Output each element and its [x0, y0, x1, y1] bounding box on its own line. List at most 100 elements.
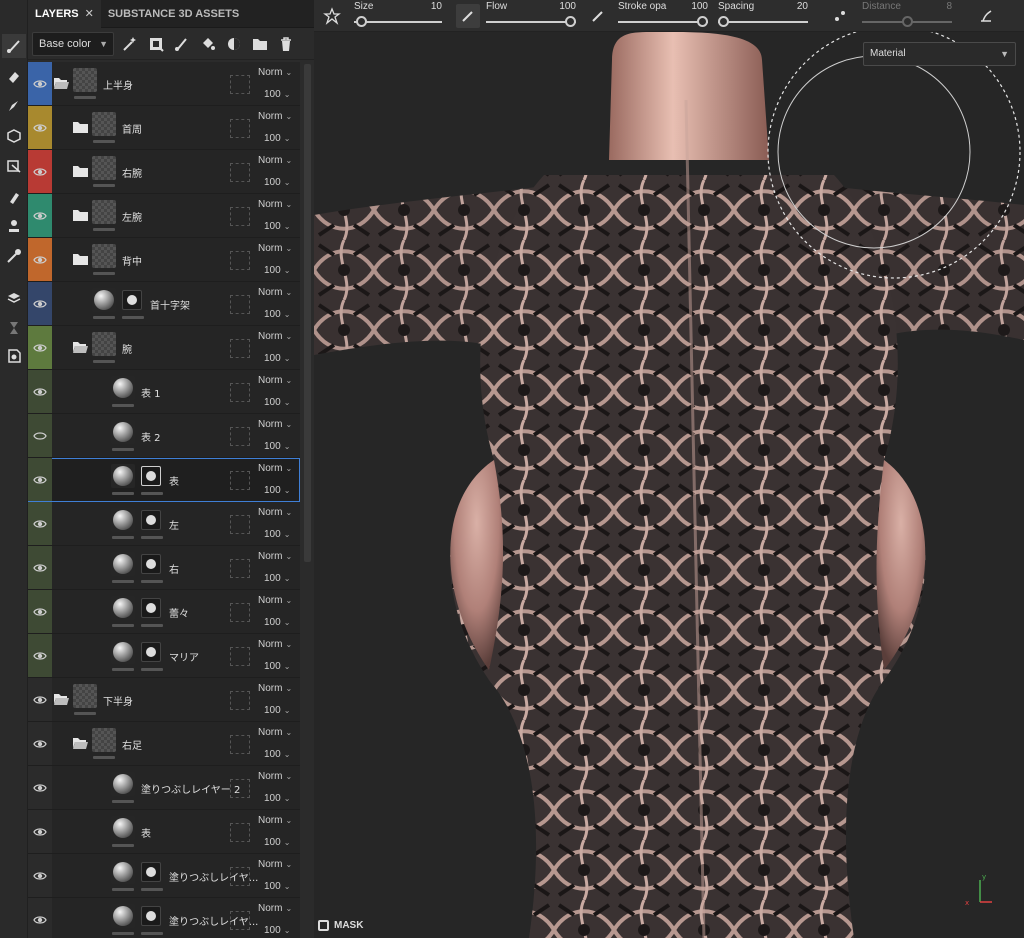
opacity-select[interactable]: 100 ⌄: [264, 661, 290, 672]
layer-row[interactable]: 右腕 Norm ⌄ 100 ⌄: [28, 150, 300, 194]
mask-thumbnail[interactable]: [122, 290, 142, 310]
eye-icon[interactable]: [33, 781, 47, 795]
layer-name[interactable]: 表: [169, 473, 179, 488]
layer-effect-slot[interactable]: [230, 867, 250, 886]
layer-row[interactable]: 塗りつぶしレイヤー 2 Norm ⌄ 100 ⌄: [28, 766, 300, 810]
blend-mode-select[interactable]: Norm ⌄: [258, 463, 292, 474]
opacity-select[interactable]: 100 ⌄: [264, 573, 290, 584]
blend-mode-select[interactable]: Norm ⌄: [258, 67, 292, 78]
layer-name[interactable]: 首周: [122, 121, 142, 136]
eye-icon[interactable]: [33, 605, 47, 619]
smudge-icon[interactable]: [2, 184, 26, 208]
blend-mode-select[interactable]: Norm ⌄: [258, 287, 292, 298]
opacity-select[interactable]: 100 ⌄: [264, 441, 290, 452]
eye-icon[interactable]: [33, 121, 47, 135]
bake-icon[interactable]: [2, 286, 26, 310]
layer-row[interactable]: 左腕 Norm ⌄ 100 ⌄: [28, 194, 300, 238]
layer-effect-slot[interactable]: [230, 647, 250, 666]
opacity-select[interactable]: 100 ⌄: [264, 705, 290, 716]
layer-row[interactable]: 右足 Norm ⌄ 100 ⌄: [28, 722, 300, 766]
eye-icon[interactable]: [33, 297, 47, 311]
layer-row[interactable]: 腕 Norm ⌄ 100 ⌄: [28, 326, 300, 370]
layer-name[interactable]: 腕: [122, 341, 132, 356]
eye-icon[interactable]: [33, 561, 47, 575]
layer-effect-slot[interactable]: [230, 559, 250, 578]
folder-open-icon[interactable]: [73, 341, 88, 353]
layer-row[interactable]: 表 2 Norm ⌄ 100 ⌄: [28, 414, 300, 458]
stroke-opacity-knob[interactable]: [697, 16, 708, 27]
paint-brush-icon[interactable]: [2, 34, 26, 58]
eye-icon[interactable]: [33, 869, 47, 883]
folder-icon[interactable]: [73, 121, 88, 133]
color-picker-icon[interactable]: [2, 244, 26, 268]
layer-row[interactable]: 背中 Norm ⌄ 100 ⌄: [28, 238, 300, 282]
blend-mode-select[interactable]: Norm ⌄: [258, 727, 292, 738]
opacity-select[interactable]: 100 ⌄: [264, 617, 290, 628]
blend-mode-select[interactable]: Norm ⌄: [258, 815, 292, 826]
flow-knob[interactable]: [565, 16, 576, 27]
eye-icon[interactable]: [33, 253, 47, 267]
eraser-icon[interactable]: [2, 64, 26, 88]
layer-effect-slot[interactable]: [230, 779, 250, 798]
eye-icon[interactable]: [33, 517, 47, 531]
stroke-pressure-icon[interactable]: [586, 4, 610, 28]
layer-row[interactable]: 右 Norm ⌄ 100 ⌄: [28, 546, 300, 590]
layer-effect-slot[interactable]: [230, 163, 250, 182]
layer-effect-slot[interactable]: [230, 383, 250, 402]
size-knob[interactable]: [356, 16, 368, 27]
tab-layers[interactable]: LAYERS ✕: [28, 0, 101, 28]
blend-mode-select[interactable]: Norm ⌄: [258, 331, 292, 342]
size-slider[interactable]: Size 10: [354, 0, 442, 32]
layer-name[interactable]: 表 1: [141, 385, 161, 400]
mask-thumbnail[interactable]: [141, 862, 161, 882]
opacity-select[interactable]: 100 ⌄: [264, 749, 290, 760]
add-paint-layer-icon[interactable]: [172, 34, 192, 54]
opacity-select[interactable]: 100 ⌄: [264, 925, 290, 936]
scene-icon[interactable]: [2, 344, 26, 368]
folder-open-icon[interactable]: [54, 693, 69, 705]
layer-row[interactable]: 首周 Norm ⌄ 100 ⌄: [28, 106, 300, 150]
layer-effect-slot[interactable]: [230, 75, 250, 94]
eye-icon[interactable]: [33, 913, 47, 927]
blend-mode-select[interactable]: Norm ⌄: [258, 595, 292, 606]
blend-mode-select[interactable]: Norm ⌄: [258, 111, 292, 122]
layer-effect-slot[interactable]: [230, 251, 250, 270]
geometry-icon[interactable]: [2, 124, 26, 148]
layer-effect-slot[interactable]: [230, 427, 250, 446]
blend-mode-select[interactable]: Norm ⌄: [258, 859, 292, 870]
alignment-icon[interactable]: [974, 4, 998, 28]
opacity-select[interactable]: 100 ⌄: [264, 485, 290, 496]
mask-thumbnail[interactable]: [141, 554, 161, 574]
clone-icon[interactable]: [2, 214, 26, 238]
blend-mode-select[interactable]: Norm ⌄: [258, 683, 292, 694]
eye-icon[interactable]: [33, 385, 47, 399]
layer-row[interactable]: 表 Norm ⌄ 100 ⌄: [28, 458, 300, 502]
stroke-opacity-slider[interactable]: Stroke opa 100: [618, 0, 708, 32]
opacity-select[interactable]: 100 ⌄: [264, 265, 290, 276]
add-effect-icon[interactable]: [120, 34, 140, 54]
blend-mode-select[interactable]: Norm ⌄: [258, 243, 292, 254]
folder-icon[interactable]: [73, 253, 88, 265]
layer-name[interactable]: 左: [169, 517, 179, 532]
layer-effect-slot[interactable]: [230, 911, 250, 930]
layer-effect-slot[interactable]: [230, 207, 250, 226]
opacity-select[interactable]: 100 ⌄: [264, 133, 290, 144]
blend-mode-select[interactable]: Norm ⌄: [258, 903, 292, 914]
add-mask-icon[interactable]: [224, 34, 244, 54]
eye-icon[interactable]: [33, 341, 47, 355]
layer-name[interactable]: 首十字架: [150, 297, 190, 312]
blend-mode-select[interactable]: Norm ⌄: [258, 419, 292, 430]
layer-row[interactable]: 表 Norm ⌄ 100 ⌄: [28, 810, 300, 854]
layer-effect-slot[interactable]: [230, 119, 250, 138]
opacity-select[interactable]: 100 ⌄: [264, 221, 290, 232]
layer-name[interactable]: 下半身: [103, 693, 133, 708]
layer-effect-slot[interactable]: [230, 295, 250, 314]
opacity-select[interactable]: 100 ⌄: [264, 837, 290, 848]
opacity-select[interactable]: 100 ⌄: [264, 793, 290, 804]
blend-mode-select[interactable]: Norm ⌄: [258, 639, 292, 650]
layer-name[interactable]: 右: [169, 561, 179, 576]
layer-effect-slot[interactable]: [230, 735, 250, 754]
trash-icon[interactable]: [276, 34, 296, 54]
symmetry-icon[interactable]: [320, 4, 344, 28]
blend-mode-select[interactable]: Norm ⌄: [258, 375, 292, 386]
